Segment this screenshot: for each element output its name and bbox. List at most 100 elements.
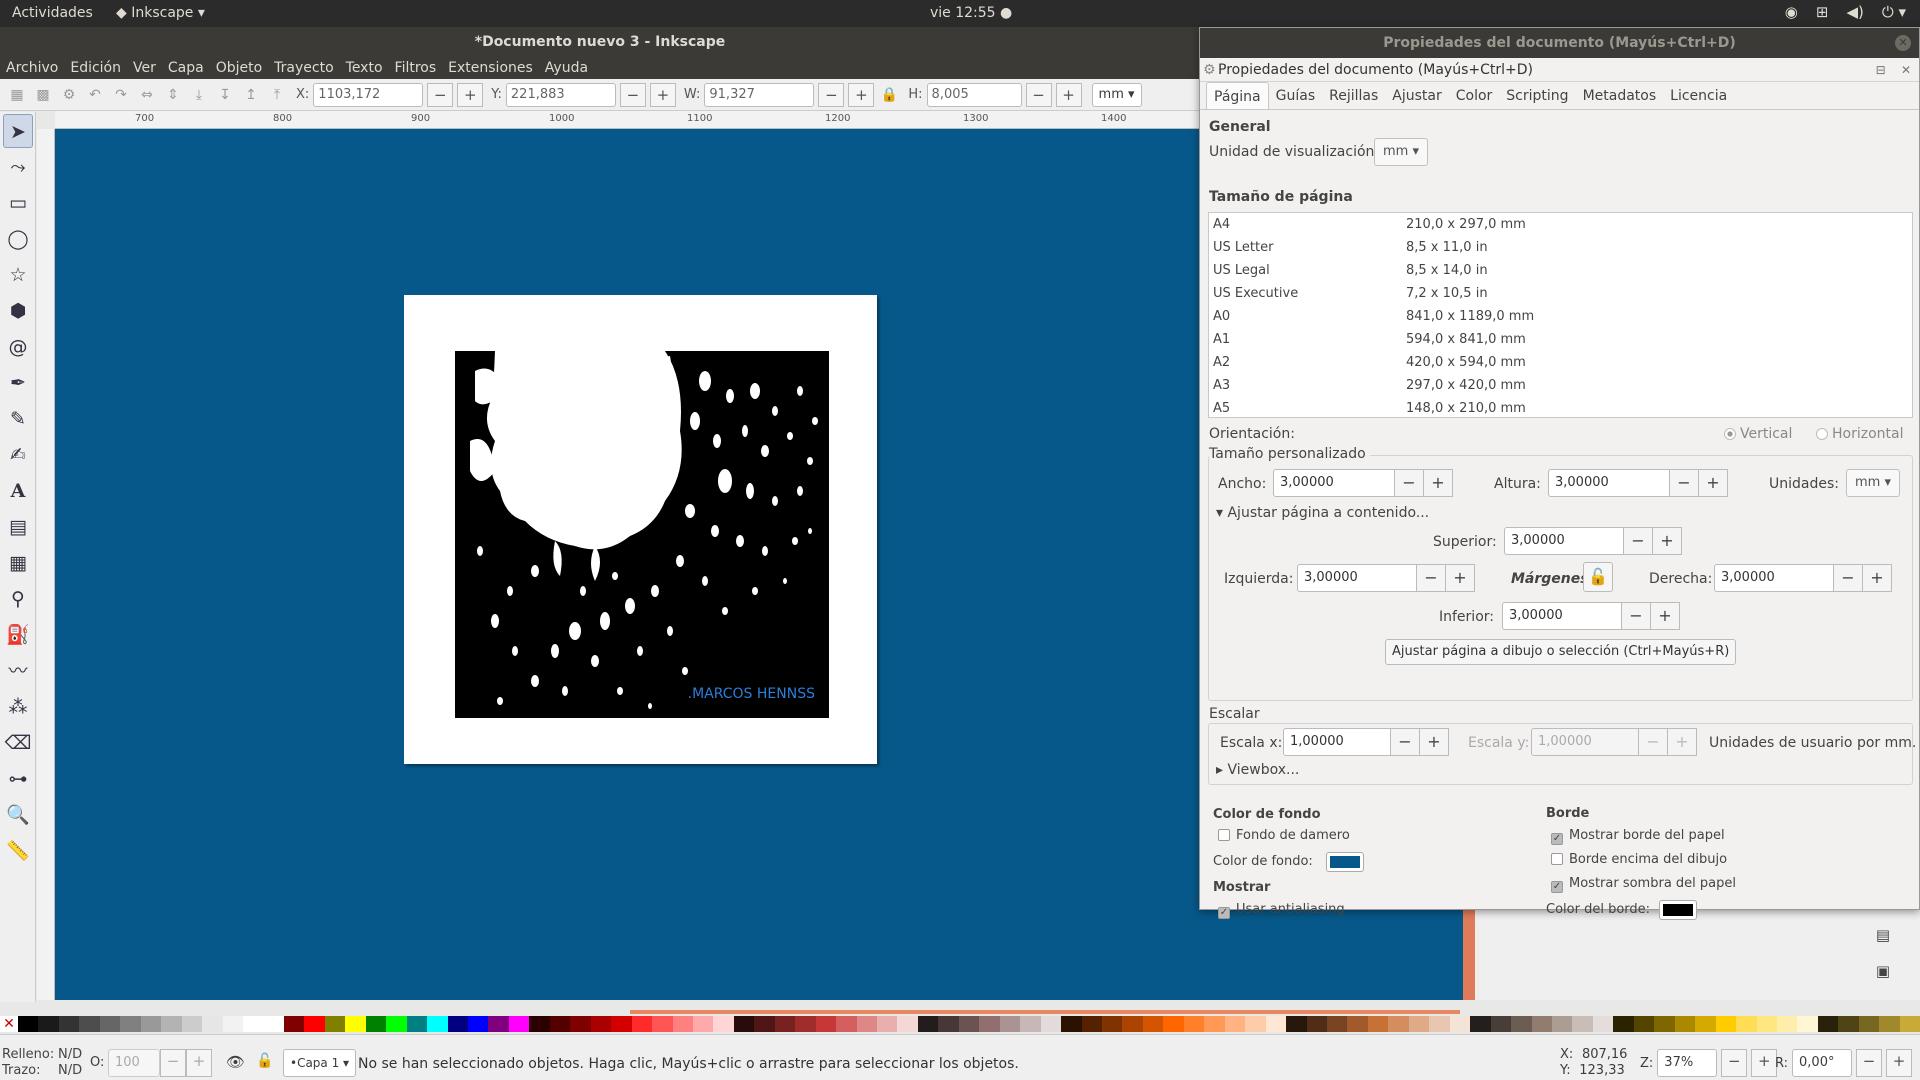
canvas-vertical-scrollbar[interactable] bbox=[1463, 910, 1475, 1000]
left-margin-input[interactable]: 3,00000 bbox=[1297, 564, 1417, 592]
dialog-panel-close-icon[interactable]: ✕ bbox=[1901, 63, 1911, 77]
page-size-row[interactable]: A5 148,0 x 210,0 mm bbox=[1209, 397, 1912, 417]
palette-swatch[interactable] bbox=[774, 1016, 796, 1032]
menu-extensiones[interactable]: Extensiones bbox=[442, 57, 539, 79]
w-decrement-button[interactable]: − bbox=[818, 82, 845, 107]
palette-swatch[interactable] bbox=[1654, 1016, 1675, 1032]
tab-licencia[interactable]: Licencia bbox=[1663, 82, 1734, 109]
palette-swatch[interactable] bbox=[1367, 1016, 1389, 1032]
units-select[interactable]: mm ▾ bbox=[1091, 82, 1142, 107]
palette-swatch[interactable] bbox=[263, 1016, 284, 1032]
palette-swatch[interactable] bbox=[836, 1016, 857, 1032]
y-decrement-button[interactable]: − bbox=[619, 82, 646, 107]
bottom-margin-decrement-button[interactable]: − bbox=[1622, 602, 1651, 630]
x-decrement-button[interactable]: − bbox=[427, 82, 454, 107]
palette-swatch[interactable] bbox=[938, 1016, 959, 1032]
zoom-decrement-button[interactable]: − bbox=[1721, 1049, 1748, 1077]
palette-swatch[interactable] bbox=[1674, 1016, 1696, 1032]
page-size-row[interactable]: A2 420,0 x 594,0 mm bbox=[1209, 351, 1912, 374]
palette-swatch[interactable] bbox=[508, 1016, 530, 1032]
palette-swatch[interactable] bbox=[795, 1016, 816, 1032]
tab-pagina[interactable]: Página bbox=[1206, 82, 1269, 109]
layer-lock-icon[interactable]: 🔓 bbox=[256, 1053, 273, 1069]
3d-box-tool-icon[interactable]: ⬢ bbox=[3, 294, 33, 328]
palette-swatch[interactable] bbox=[365, 1016, 387, 1032]
palette-swatch[interactable] bbox=[672, 1016, 693, 1032]
page-size-row[interactable]: US Executive 7,2 x 10,5 in bbox=[1209, 282, 1912, 305]
palette-swatch[interactable] bbox=[242, 1016, 264, 1032]
palette-swatch[interactable] bbox=[549, 1016, 571, 1032]
palette-swatch[interactable] bbox=[897, 1016, 918, 1032]
menu-edicion[interactable]: Edición bbox=[64, 57, 127, 79]
rectangle-tool-icon[interactable]: ▭ bbox=[3, 186, 33, 220]
palette-swatch[interactable] bbox=[386, 1016, 407, 1032]
h-input[interactable] bbox=[926, 82, 1022, 107]
w-input[interactable] bbox=[704, 82, 815, 107]
palette-swatch[interactable] bbox=[1592, 1016, 1614, 1032]
pencil-tool-icon[interactable]: ✎ bbox=[3, 402, 33, 436]
page-size-row[interactable]: US Letter 8,5 x 11,0 in bbox=[1209, 236, 1912, 259]
palette-swatch[interactable] bbox=[1224, 1016, 1246, 1032]
palette-swatch[interactable] bbox=[1102, 1016, 1123, 1032]
palette-swatch[interactable] bbox=[1756, 1016, 1777, 1032]
dropper-tool-icon[interactable]: ⚲ bbox=[3, 582, 33, 616]
palette-swatch[interactable] bbox=[999, 1016, 1021, 1032]
palette-swatch[interactable] bbox=[38, 1016, 59, 1032]
palette-swatch[interactable] bbox=[856, 1016, 878, 1032]
palette-swatch[interactable] bbox=[1040, 1016, 1062, 1032]
palette-swatch[interactable] bbox=[1633, 1016, 1655, 1032]
y-input[interactable] bbox=[505, 82, 616, 107]
gradient-tool-icon[interactable]: ▤ bbox=[3, 510, 33, 544]
palette-swatch[interactable] bbox=[570, 1016, 591, 1032]
page-size-row[interactable]: US Legal 8,5 x 14,0 in bbox=[1209, 259, 1912, 282]
right-margin-increment-button[interactable]: + bbox=[1863, 564, 1892, 592]
activities-button[interactable]: Actividades bbox=[12, 5, 93, 21]
palette-swatch[interactable] bbox=[181, 1016, 203, 1032]
bottom-margin-increment-button[interactable]: + bbox=[1651, 602, 1680, 630]
spray-tool-icon[interactable]: ⁂ bbox=[3, 690, 33, 724]
show-shadow-checkbox[interactable]: ✓ Mostrar sombra del papel bbox=[1551, 876, 1736, 893]
palette-swatch[interactable] bbox=[283, 1016, 305, 1032]
palette-swatch[interactable] bbox=[202, 1016, 223, 1032]
signature-text[interactable]: .MARCOS HENNSS bbox=[688, 686, 815, 702]
page-size-row[interactable]: A0 841,0 x 1189,0 mm bbox=[1209, 305, 1912, 328]
height-increment-button[interactable]: + bbox=[1699, 469, 1728, 497]
palette-swatch[interactable] bbox=[1879, 1016, 1900, 1032]
palette-swatch[interactable] bbox=[58, 1016, 80, 1032]
zoom-tool-icon[interactable]: 🔍 bbox=[3, 798, 33, 832]
clock[interactable]: vie 12:55 ● bbox=[930, 5, 1012, 21]
paint-bucket-tool-icon[interactable]: ⛽ bbox=[3, 618, 33, 652]
right-margin-decrement-button[interactable]: − bbox=[1834, 564, 1863, 592]
palette-swatch[interactable] bbox=[1306, 1016, 1327, 1032]
palette-swatch[interactable] bbox=[1817, 1016, 1839, 1032]
splash-artwork[interactable]: .MARCOS HENNSS bbox=[455, 351, 829, 718]
palette-swatch[interactable] bbox=[1551, 1016, 1573, 1032]
border-color-swatch[interactable] bbox=[1659, 900, 1697, 920]
lower-icon[interactable]: ↧ bbox=[214, 84, 236, 106]
palette-swatch[interactable] bbox=[631, 1016, 653, 1032]
rotate-ccw-icon[interactable]: ↶ bbox=[84, 84, 106, 106]
show-border-checkbox[interactable]: ✓ Mostrar borde del papel bbox=[1551, 828, 1725, 845]
raise-icon[interactable]: ↥ bbox=[240, 84, 262, 106]
tab-scripting[interactable]: Scripting bbox=[1499, 82, 1575, 109]
palette-swatch[interactable] bbox=[1245, 1016, 1266, 1032]
tab-guias[interactable]: Guías bbox=[1269, 82, 1322, 109]
bezier-tool-icon[interactable]: ✒ bbox=[3, 366, 33, 400]
palette-swatch[interactable] bbox=[979, 1016, 1000, 1032]
volume-icon[interactable]: ◀) bbox=[1846, 3, 1863, 21]
network-icon[interactable]: ⊞ bbox=[1816, 3, 1829, 21]
palette-swatch[interactable] bbox=[1838, 1016, 1859, 1032]
antialias-checkbox[interactable]: ✓ Usar antialiasing bbox=[1218, 902, 1345, 919]
palette-swatch[interactable] bbox=[120, 1016, 141, 1032]
palette-swatch[interactable] bbox=[1797, 1016, 1818, 1032]
spiral-tool-icon[interactable]: @ bbox=[3, 330, 33, 364]
fit-content-expander[interactable]: ▾ Ajustar página a contenido... bbox=[1216, 505, 1429, 521]
left-margin-increment-button[interactable]: + bbox=[1446, 564, 1475, 592]
menu-filtros[interactable]: Filtros bbox=[389, 57, 443, 79]
app-menu-button[interactable]: ◆ Inkscape ▾ bbox=[116, 5, 205, 21]
x-input[interactable] bbox=[313, 82, 424, 107]
flip-horizontal-icon[interactable]: ⇔ bbox=[136, 84, 158, 106]
palette-swatch[interactable] bbox=[1183, 1016, 1205, 1032]
palette-swatch[interactable] bbox=[1163, 1016, 1184, 1032]
tab-rejillas[interactable]: Rejillas bbox=[1322, 82, 1385, 109]
